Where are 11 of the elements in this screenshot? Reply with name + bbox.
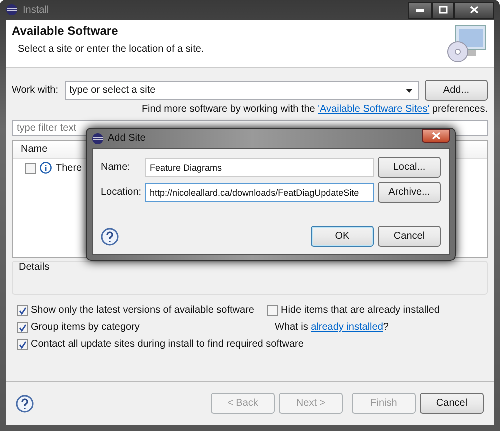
page-subtitle: Select a site or enter the location of a site. bbox=[18, 44, 204, 55]
field-label: Name: bbox=[101, 162, 132, 173]
row-text: There bbox=[56, 162, 82, 174]
find-more-text: Find more software by working with the 'Available Software Sites' preferences. bbox=[142, 104, 488, 115]
field-label: Location: bbox=[101, 187, 141, 198]
window-title: Install bbox=[23, 4, 50, 16]
work-with-label: Work with: bbox=[12, 85, 58, 96]
installed-question: What is already installed? bbox=[274, 322, 390, 333]
details-label: Details bbox=[19, 262, 50, 273]
page-title: Available Software bbox=[12, 24, 120, 38]
dialog-title: Add Site bbox=[108, 133, 146, 144]
